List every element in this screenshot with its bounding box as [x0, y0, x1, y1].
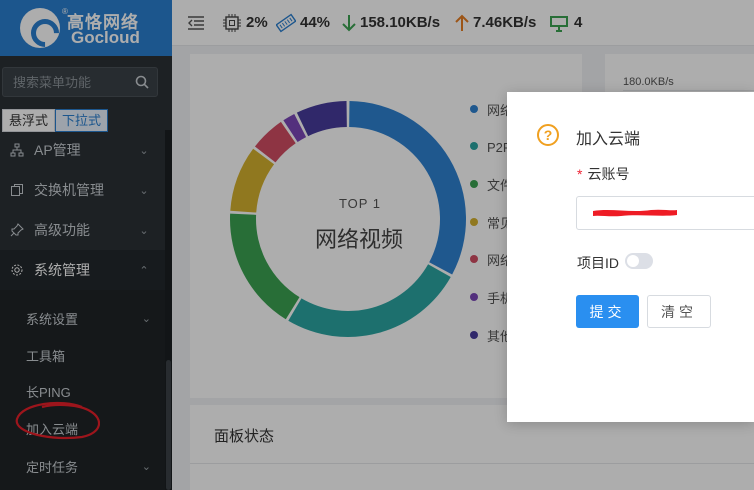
project-id-label: 项目ID [577, 255, 619, 271]
dialog-title: 加入云端 [576, 131, 641, 148]
project-id-toggle[interactable] [625, 253, 653, 269]
join-cloud-dialog: ? 加入云端 * 云账号 项目ID 提交 清空 [507, 92, 754, 422]
toggle-knob [627, 255, 639, 267]
account-label-text: 云账号 [587, 166, 630, 182]
required-mark: * [577, 166, 583, 182]
redaction-mark [593, 209, 677, 217]
question-icon: ? [537, 124, 559, 146]
account-field-label: * 云账号 [577, 164, 629, 184]
submit-button[interactable]: 提交 [576, 295, 639, 328]
clear-button[interactable]: 清空 [647, 295, 711, 328]
